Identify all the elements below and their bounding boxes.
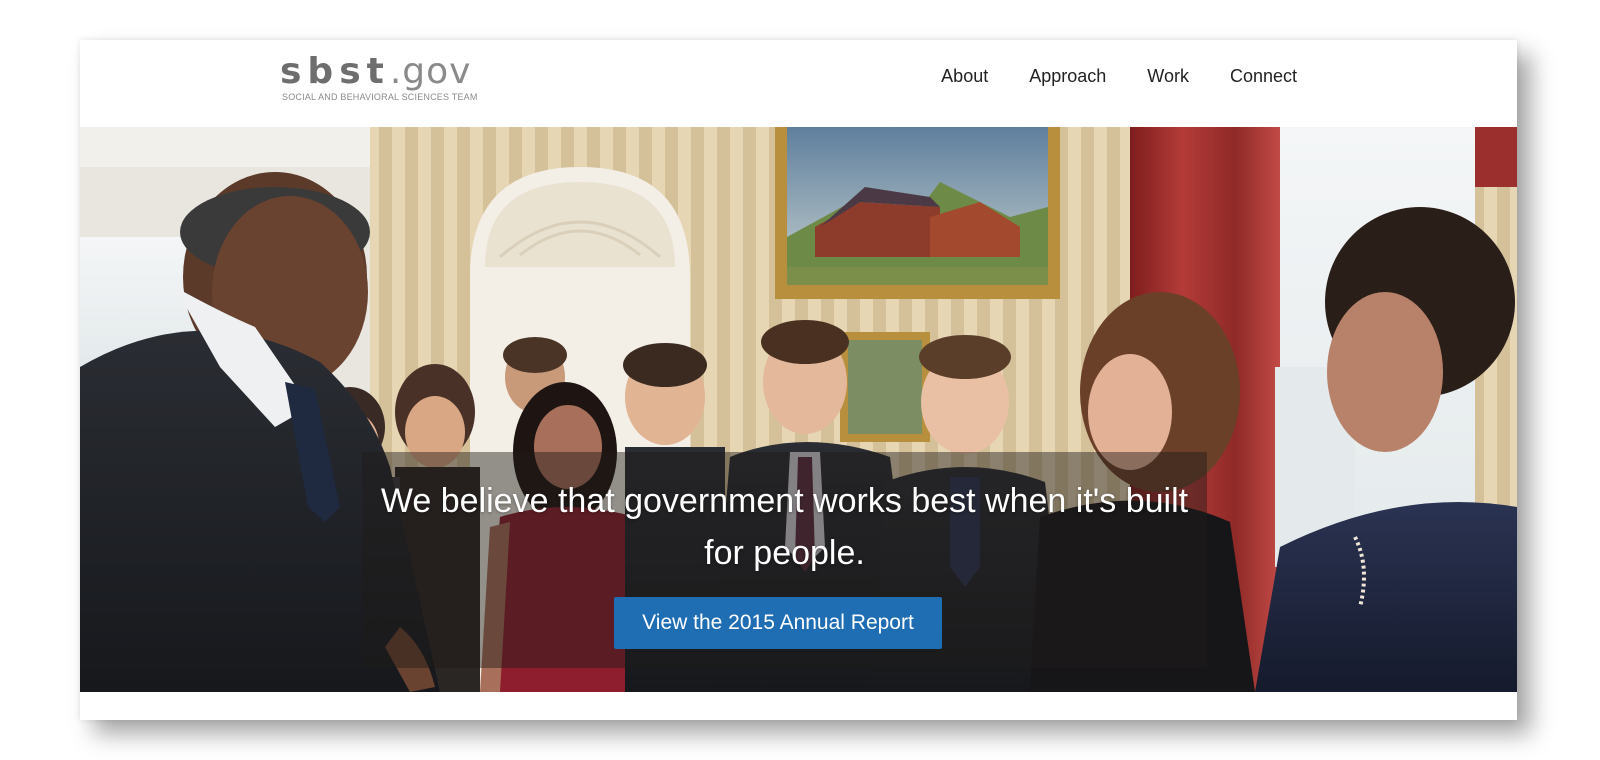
logo-suffix: .gov — [389, 51, 472, 92]
hero-headline: We believe that government works best wh… — [380, 482, 1189, 572]
nav-work[interactable]: Work — [1147, 66, 1189, 87]
logo-tagline: SOCIAL AND BEHAVIORAL SCIENCES TEAM — [282, 92, 478, 102]
nav-about[interactable]: About — [941, 66, 988, 87]
main-nav: About Approach Work Connect — [941, 66, 1297, 87]
site-header: sbst.gov SOCIAL AND BEHAVIORAL SCIENCES … — [80, 40, 1517, 130]
nav-connect[interactable]: Connect — [1230, 66, 1297, 87]
page-bottom-strip — [80, 692, 1517, 720]
hero-section: We believe that government works best wh… — [80, 127, 1517, 692]
logo-wordmark: sbst.gov — [280, 50, 478, 94]
logo-name: sbst — [280, 51, 390, 92]
nav-approach[interactable]: Approach — [1029, 66, 1106, 87]
page-frame: sbst.gov SOCIAL AND BEHAVIORAL SCIENCES … — [80, 40, 1517, 720]
site-logo[interactable]: sbst.gov SOCIAL AND BEHAVIORAL SCIENCES … — [280, 50, 478, 102]
annual-report-button[interactable]: View the 2015 Annual Report — [614, 597, 942, 649]
